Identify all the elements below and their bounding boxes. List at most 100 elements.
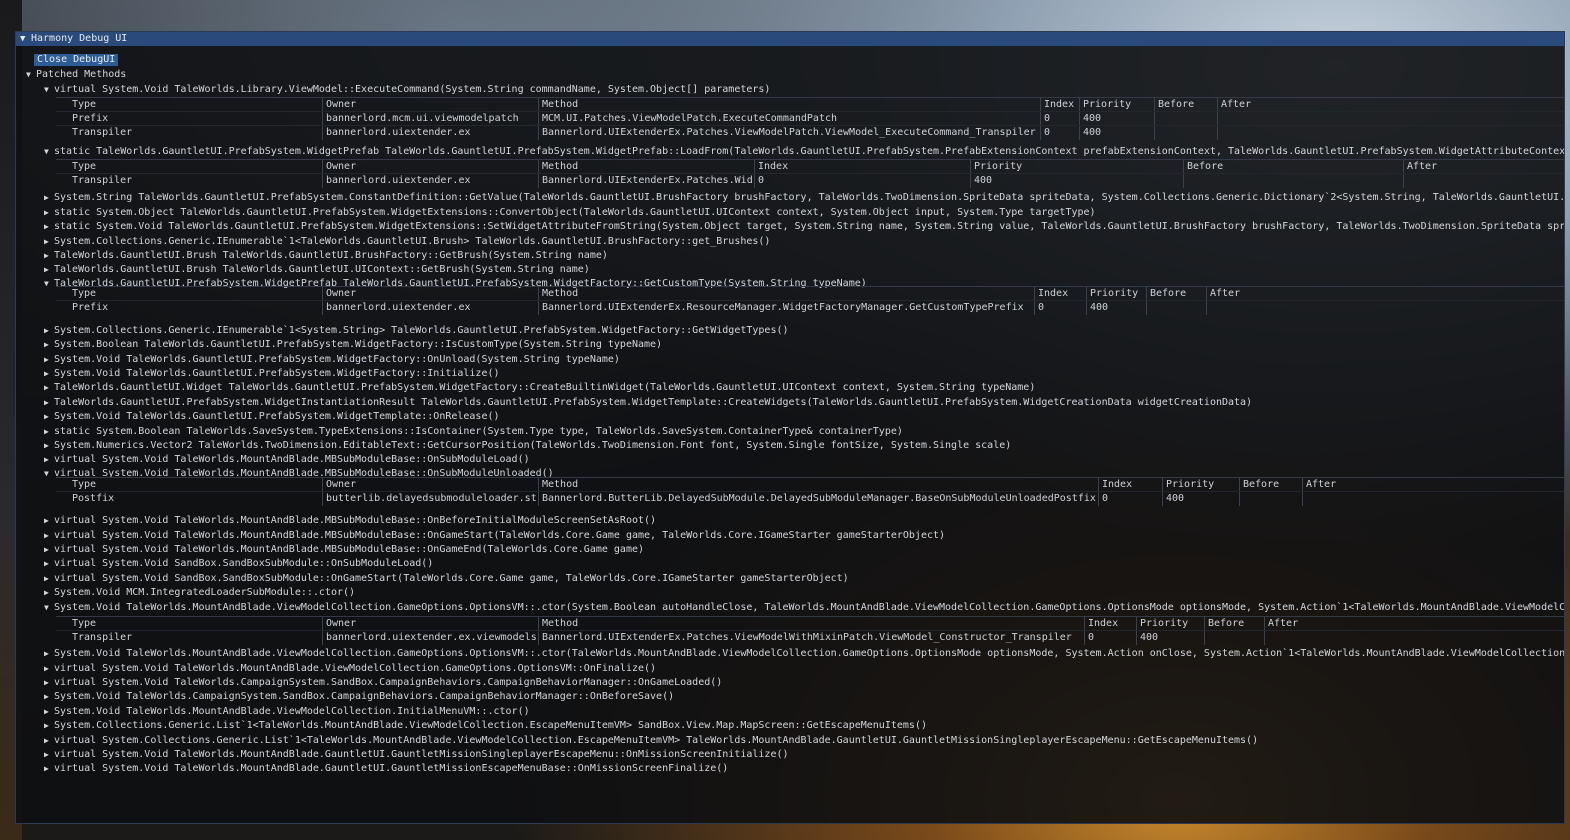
close-debugui-button[interactable]: Close DebugUI (34, 54, 119, 66)
column-divider[interactable] (322, 112, 323, 126)
column-divider[interactable] (1239, 478, 1240, 492)
column-divider[interactable] (1079, 112, 1080, 126)
patched-method-node[interactable]: ▶ static System.Boolean TaleWorlds.SaveSy… (44, 425, 1564, 439)
column-divider[interactable] (538, 301, 539, 315)
patch-table-row[interactable]: Transpiler bannerlord.uiextender.ex Banner… (56, 125, 1564, 140)
column-divider[interactable] (1302, 478, 1303, 492)
patched-method-node[interactable]: ▶ virtual System.Void TaleWorlds.MountAnd… (44, 748, 1564, 762)
patched-method-node[interactable]: ▶ virtual System.Void TaleWorlds.Campaign… (44, 676, 1564, 690)
column-divider[interactable] (970, 160, 971, 174)
column-divider[interactable] (1098, 478, 1099, 492)
patched-methods-header[interactable]: ▼ Patched Methods (26, 68, 1564, 82)
patched-method-node[interactable]: ▶ System.Collections.Generic.List`1<TaleW… (44, 719, 1564, 733)
column-divider[interactable] (1034, 287, 1035, 301)
column-divider[interactable] (322, 631, 323, 645)
column-divider[interactable] (1217, 126, 1218, 140)
patch-table-row[interactable]: Prefix bannerlord.mcm.ui.viewmodelpatch MC… (56, 111, 1564, 126)
column-divider[interactable] (1146, 287, 1147, 301)
column-divider[interactable] (1154, 126, 1155, 140)
column-divider[interactable] (1204, 617, 1205, 631)
column-divider[interactable] (1040, 98, 1041, 112)
column-divider[interactable] (1136, 617, 1137, 631)
column-divider[interactable] (1098, 492, 1099, 506)
patched-method-node[interactable]: ▶ System.Void TaleWorlds.GauntletUI.Prefa… (44, 410, 1564, 424)
column-divider[interactable] (538, 112, 539, 126)
patched-method-node[interactable]: ▶ System.String TaleWorlds.GauntletUI.Pre… (44, 191, 1564, 205)
patched-method-node[interactable]: ▶ System.Void TaleWorlds.MountAndBlade.Vi… (44, 647, 1564, 661)
column-divider[interactable] (1034, 301, 1035, 315)
column-divider[interactable] (1084, 617, 1085, 631)
column-divider[interactable] (322, 287, 323, 301)
patched-method-node[interactable]: ▶ System.Void TaleWorlds.CampaignSystem.S… (44, 690, 1564, 704)
patched-method-node[interactable]: ▶ System.Collections.Generic.IEnumerable`… (44, 235, 1564, 249)
column-divider[interactable] (1183, 174, 1184, 188)
column-divider[interactable] (1204, 631, 1205, 645)
collapse-triangle-icon[interactable]: ▼ (20, 32, 31, 46)
column-divider[interactable] (1183, 160, 1184, 174)
column-divider[interactable] (1136, 631, 1137, 645)
column-divider[interactable] (1264, 631, 1265, 645)
column-divider[interactable] (538, 478, 539, 492)
column-divider[interactable] (754, 160, 755, 174)
patched-method-node[interactable]: ▶ static System.Void TaleWorlds.GauntletU… (44, 220, 1564, 234)
column-divider[interactable] (538, 126, 539, 140)
column-divider[interactable] (538, 631, 539, 645)
patched-method-node[interactable]: ▶ TaleWorlds.GauntletUI.PrefabSystem.Widg… (44, 396, 1564, 410)
column-divider[interactable] (538, 287, 539, 301)
column-divider[interactable] (538, 492, 539, 506)
patch-table-row[interactable]: Prefix bannerlord.uiextender.ex Bannerlord… (56, 300, 1564, 315)
patched-method-node[interactable]: ▶ TaleWorlds.GauntletUI.Widget TaleWorlds… (44, 381, 1564, 395)
column-divider[interactable] (1217, 98, 1218, 112)
column-divider[interactable] (322, 617, 323, 631)
column-divider[interactable] (1040, 112, 1041, 126)
column-divider[interactable] (322, 126, 323, 140)
column-divider[interactable] (1239, 492, 1240, 506)
column-divider[interactable] (1206, 301, 1207, 315)
column-divider[interactable] (970, 174, 971, 188)
column-divider[interactable] (1302, 492, 1303, 506)
column-divider[interactable] (1040, 126, 1041, 140)
column-divider[interactable] (1162, 478, 1163, 492)
column-divider[interactable] (322, 301, 323, 315)
patched-method-node[interactable]: ▶ virtual System.Void TaleWorlds.MountAnd… (44, 514, 1564, 528)
column-divider[interactable] (322, 160, 323, 174)
patched-method-node[interactable]: ▶ System.Void MCM.IntegratedLoaderSubModu… (44, 586, 1564, 600)
patched-method-node[interactable]: ▼ virtual System.Void TaleWorlds.Library.… (44, 83, 1564, 97)
patched-method-node[interactable]: ▶ System.Collections.Generic.IEnumerable`… (44, 324, 1564, 338)
patched-method-node[interactable]: ▼ System.Void TaleWorlds.MountAndBlade.Vi… (44, 601, 1564, 615)
patched-method-node[interactable]: ▶ virtual System.Void TaleWorlds.MountAnd… (44, 529, 1564, 543)
column-divider[interactable] (1154, 112, 1155, 126)
column-divider[interactable] (1079, 98, 1080, 112)
patched-method-node[interactable]: ▶ TaleWorlds.GauntletUI.Brush TaleWorlds.… (44, 263, 1564, 277)
patched-method-node[interactable]: ▶ virtual System.Void TaleWorlds.MountAnd… (44, 762, 1564, 776)
column-divider[interactable] (538, 174, 539, 188)
patched-method-node[interactable]: ▶ virtual System.Void SandBox.SandBoxSubM… (44, 572, 1564, 586)
column-divider[interactable] (538, 617, 539, 631)
patched-method-node[interactable]: ▼ static TaleWorlds.GauntletUI.PrefabSyst… (44, 145, 1564, 159)
column-divider[interactable] (1146, 301, 1147, 315)
column-divider[interactable] (1206, 287, 1207, 301)
column-divider[interactable] (1403, 174, 1404, 188)
column-divider[interactable] (322, 174, 323, 188)
column-divider[interactable] (322, 478, 323, 492)
patched-method-node[interactable]: ▶ System.Boolean TaleWorlds.GauntletUI.Pr… (44, 338, 1564, 352)
column-divider[interactable] (1154, 98, 1155, 112)
column-divider[interactable] (322, 98, 323, 112)
column-divider[interactable] (1084, 631, 1085, 645)
column-divider[interactable] (1162, 492, 1163, 506)
patched-method-node[interactable]: ▶ System.Void TaleWorlds.GauntletUI.Prefa… (44, 367, 1564, 381)
patched-method-node[interactable]: ▶ virtual System.Void TaleWorlds.MountAnd… (44, 543, 1564, 557)
patched-method-node[interactable]: ▶ System.Void TaleWorlds.GauntletUI.Prefa… (44, 353, 1564, 367)
column-divider[interactable] (538, 98, 539, 112)
patched-method-node[interactable]: ▶ System.Void TaleWorlds.MountAndBlade.Vi… (44, 705, 1564, 719)
patch-table-row[interactable]: Transpiler bannerlord.uiextender.ex.viewm… (56, 630, 1564, 645)
patched-method-node[interactable]: ▶ virtual System.Void TaleWorlds.MountAnd… (44, 662, 1564, 676)
column-divider[interactable] (1086, 301, 1087, 315)
column-divider[interactable] (322, 492, 323, 506)
patch-table-row[interactable]: Transpiler bannerlord.uiextender.ex Banner… (56, 173, 1564, 188)
patched-method-node[interactable]: ▶ virtual System.Void SandBox.SandBoxSubM… (44, 557, 1564, 571)
patched-method-node[interactable]: ▶ TaleWorlds.GauntletUI.Brush TaleWorlds.… (44, 249, 1564, 263)
column-divider[interactable] (1403, 160, 1404, 174)
column-divider[interactable] (1086, 287, 1087, 301)
patched-method-node[interactable]: ▶ virtual System.Void TaleWorlds.MountAnd… (44, 453, 1564, 467)
